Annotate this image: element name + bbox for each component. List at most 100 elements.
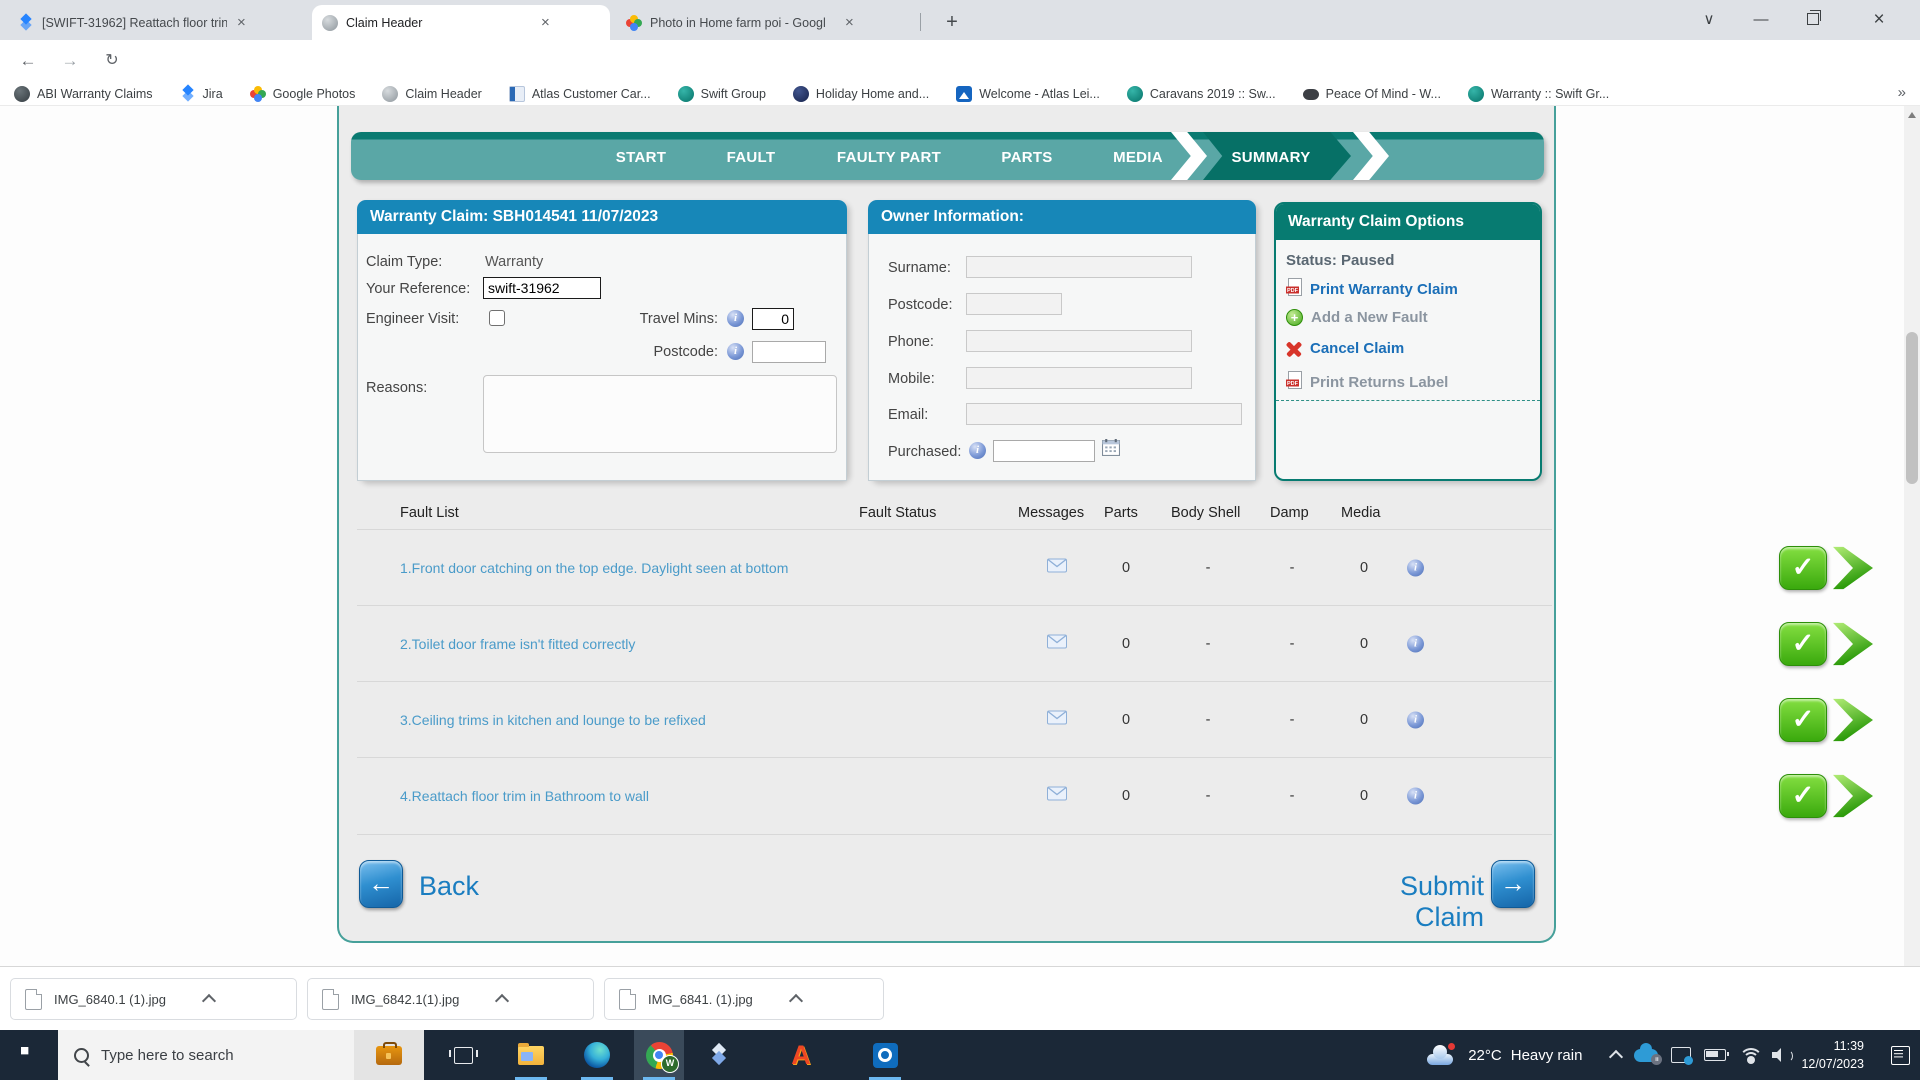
tab-close-icon[interactable]: × (237, 15, 246, 30)
fault-complete-button[interactable]: ✓ (1779, 546, 1827, 590)
travel-mins-input[interactable] (752, 308, 794, 330)
bookmark-claim-header[interactable]: Claim Header (382, 86, 481, 102)
fault-complete-button[interactable]: ✓ (1779, 698, 1827, 742)
tab-close-icon[interactable]: × (541, 15, 550, 30)
cancel-claim-link[interactable]: Cancel Claim (1286, 340, 1404, 357)
messages-envelope-icon[interactable] (1047, 559, 1067, 578)
reasons-textarea[interactable] (483, 375, 837, 453)
tab-close-icon[interactable]: × (845, 15, 854, 30)
taskbar-atlas[interactable]: A (776, 1030, 826, 1080)
window-minimize-button[interactable]: — (1738, 0, 1784, 40)
calendar-icon[interactable] (1102, 439, 1120, 461)
taskbar-chrome-active[interactable]: W (634, 1030, 684, 1080)
temperature-text[interactable]: 22°C (1468, 1047, 1502, 1064)
tab-claim-header[interactable]: Claim Header × (312, 5, 610, 40)
browser-menu-chevron-icon[interactable]: ∨ (1686, 0, 1732, 40)
fault-link[interactable]: 4.Reattach floor trim in Bathroom to wal… (400, 788, 649, 804)
page-scrollbar[interactable] (1904, 106, 1920, 1030)
taskbar-edge[interactable] (572, 1030, 622, 1080)
bookmark-jira[interactable]: Jira (180, 86, 223, 102)
download-item[interactable]: IMG_6841. (1).jpg (604, 978, 884, 1020)
fault-link[interactable]: 3.Ceiling trims in kitchen and lounge to… (400, 712, 706, 728)
fault-link[interactable]: 2.Toilet door frame isn't fitted correct… (400, 636, 635, 652)
tab-google-photos[interactable]: Photo in Home farm poi - Googl × (616, 5, 914, 40)
taskbar-jira[interactable] (694, 1030, 744, 1080)
bookmark-caravans-2019[interactable]: Caravans 2019 :: Sw... (1127, 86, 1276, 102)
window-restore-button[interactable] (1790, 0, 1836, 40)
print-warranty-claim-link[interactable]: PDF Print Warranty Claim (1286, 278, 1458, 300)
claim-postcode-input[interactable] (752, 341, 826, 363)
bookmarks-overflow-icon[interactable]: » (1898, 84, 1906, 101)
fault-link[interactable]: 1.Front door catching on the top edge. D… (400, 560, 788, 576)
fault-info-icon[interactable]: i (1407, 788, 1424, 805)
bookmark-holiday-home[interactable]: Holiday Home and... (793, 86, 929, 102)
submit-claim-label[interactable]: Submit Claim (1324, 871, 1484, 933)
bookmark-peace-of-mind[interactable]: Peace Of Mind - W... (1303, 87, 1441, 101)
phone-input[interactable] (966, 330, 1192, 352)
postcode-info-icon[interactable]: i (727, 343, 744, 360)
window-close-button[interactable]: × (1856, 0, 1902, 40)
step-summary[interactable]: SUMMARY (1231, 149, 1310, 166)
back-icon[interactable]: ← (14, 47, 42, 75)
messages-envelope-icon[interactable] (1047, 711, 1067, 730)
taskbar-file-explorer[interactable] (506, 1030, 556, 1080)
owner-postcode-input[interactable] (966, 293, 1062, 315)
volume-icon[interactable] (1772, 1048, 1788, 1062)
fault-complete-button[interactable]: ✓ (1779, 622, 1827, 666)
briefcase-cell[interactable] (354, 1030, 424, 1080)
travel-mins-info-icon[interactable]: i (727, 310, 744, 327)
step-fault[interactable]: FAULT (727, 149, 776, 166)
bookmark-swift-group[interactable]: Swift Group (678, 86, 766, 102)
print-returns-label-link[interactable]: PDF Print Returns Label (1286, 371, 1448, 393)
battery-icon[interactable] (1704, 1049, 1726, 1061)
start-button[interactable] (0, 1030, 58, 1080)
bookmark-google-photos[interactable]: Google Photos (250, 86, 356, 102)
new-tab-button[interactable]: + (938, 9, 966, 37)
fault-complete-button[interactable]: ✓ (1779, 774, 1827, 818)
messages-envelope-icon[interactable] (1047, 787, 1067, 806)
scroll-up-icon[interactable] (1908, 112, 1916, 118)
tab-jira[interactable]: [SWIFT-31962] Reattach floor trin × (8, 5, 306, 40)
chevron-up-icon[interactable] (789, 994, 803, 1008)
fault-info-icon[interactable]: i (1407, 712, 1424, 729)
your-reference-input[interactable] (483, 277, 601, 299)
back-label[interactable]: Back (419, 871, 479, 902)
download-item[interactable]: IMG_6840.1 (1).jpg (10, 978, 297, 1020)
chevron-up-icon[interactable] (495, 994, 509, 1008)
onedrive-icon[interactable] (1634, 1049, 1658, 1062)
notification-center-icon[interactable] (1891, 1046, 1910, 1065)
step-parts[interactable]: PARTS (1001, 149, 1052, 166)
bookmark-warranty-swift[interactable]: Warranty :: Swift Gr... (1468, 86, 1609, 102)
fault-info-icon[interactable]: i (1407, 560, 1424, 577)
submit-claim-button[interactable]: → (1491, 860, 1535, 908)
add-new-fault-link[interactable]: + Add a New Fault (1286, 309, 1428, 326)
surname-input[interactable] (966, 256, 1192, 278)
taskbar-outlook[interactable] (860, 1030, 910, 1080)
tray-chevron-up-icon[interactable] (1609, 1050, 1623, 1064)
forward-icon[interactable]: → (56, 47, 84, 75)
fault-info-icon[interactable]: i (1407, 636, 1424, 653)
taskbar-search[interactable]: Type here to search (58, 1030, 424, 1080)
taskbar-clock[interactable]: 11:3912/07/2023 (1801, 1037, 1864, 1073)
email-input[interactable] (966, 403, 1242, 425)
messages-envelope-icon[interactable] (1047, 635, 1067, 654)
bookmark-welcome-atlas[interactable]: Welcome - Atlas Lei... (956, 86, 1100, 102)
weather-text[interactable]: Heavy rain (1511, 1047, 1583, 1064)
wifi-icon[interactable] (1739, 1048, 1759, 1062)
scrollbar-thumb[interactable] (1906, 332, 1918, 484)
engineer-visit-checkbox[interactable] (489, 310, 505, 326)
chevron-up-icon[interactable] (202, 994, 216, 1008)
weather-icon[interactable] (1425, 1045, 1455, 1065)
bookmark-atlas-customer-care[interactable]: Atlas Customer Car... (509, 86, 651, 102)
purchased-input[interactable] (993, 440, 1095, 462)
purchased-info-icon[interactable]: i (969, 442, 986, 459)
display-cast-icon[interactable] (1671, 1047, 1691, 1063)
step-faulty-part[interactable]: FAULTY PART (837, 149, 941, 166)
mobile-input[interactable] (966, 367, 1192, 389)
bookmark-abi-warranty-claims[interactable]: ABI Warranty Claims (14, 86, 153, 102)
step-start[interactable]: START (616, 149, 666, 166)
download-item[interactable]: IMG_6842.1(1).jpg (307, 978, 594, 1020)
back-button[interactable]: ← (359, 860, 403, 908)
step-media[interactable]: MEDIA (1113, 149, 1163, 166)
reload-icon[interactable]: ↻ (98, 47, 126, 75)
